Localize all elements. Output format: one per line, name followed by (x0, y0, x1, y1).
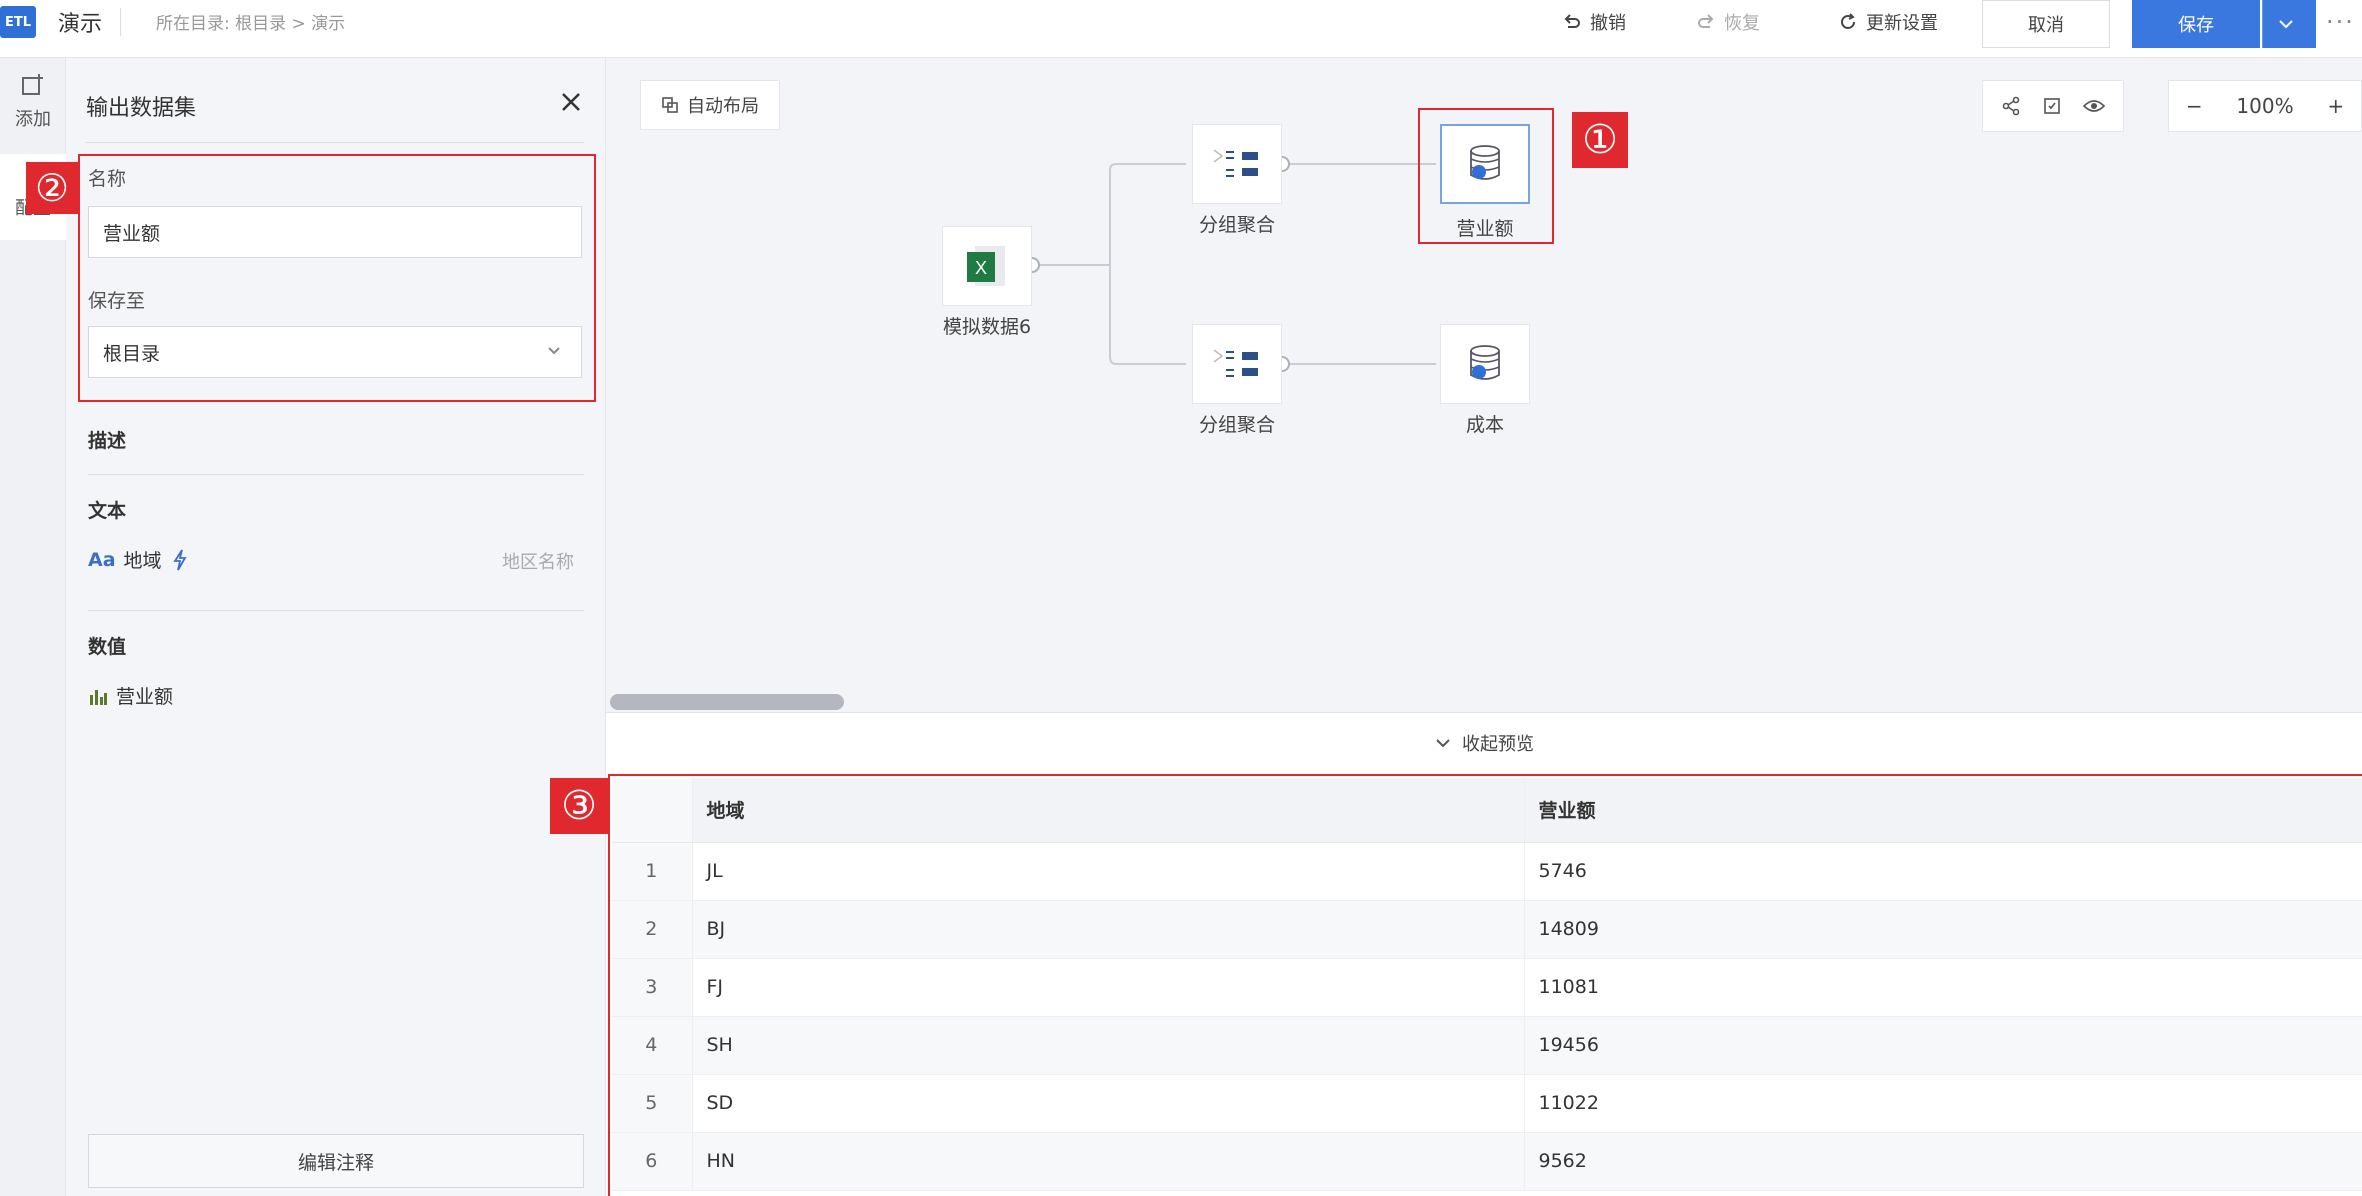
aggregate-node-1-label: 分组聚合 (1198, 214, 1275, 236)
collapse-preview-label: 收起预览 (1462, 733, 1534, 755)
chevron-down-icon (1436, 738, 1450, 747)
excel-icon: X (967, 246, 1005, 286)
aggregate-icon (1213, 149, 1258, 177)
aggregate-node-2-label: 分组聚合 (1198, 414, 1275, 436)
highlight-box-1 (1418, 108, 1554, 244)
output-node-cost[interactable] (1440, 324, 1530, 404)
annotation-marker-3: ③ (550, 778, 608, 834)
output-node-cost-label: 成本 (1465, 414, 1504, 436)
database-icon (1470, 345, 1500, 380)
source-node-label: 模拟数据6 (942, 316, 1032, 338)
canvas-scrollbar[interactable] (610, 694, 844, 710)
annotation-marker-1: ① (1572, 112, 1628, 168)
aggregate-icon (1213, 349, 1258, 377)
svg-text:X: X (975, 258, 987, 278)
highlight-box-3 (608, 774, 2362, 1196)
aggregate-node-2[interactable] (1192, 324, 1282, 404)
aggregate-node-1[interactable] (1192, 124, 1282, 204)
collapse-preview-button[interactable]: 收起预览 (606, 712, 2362, 772)
edit-note-button[interactable]: 编辑注释 (88, 1134, 584, 1188)
flow-connectors (1024, 156, 1436, 372)
source-node[interactable]: X (942, 226, 1032, 306)
